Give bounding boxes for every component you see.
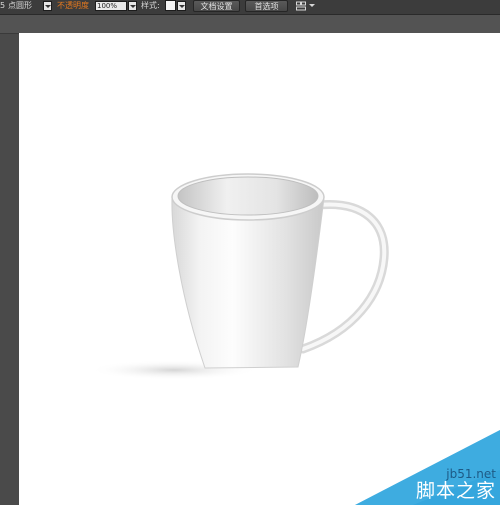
stroke-profile-select[interactable]: 点圆形 (6, 0, 38, 12)
style-dropdown-icon[interactable] (177, 1, 186, 11)
document-setup-button[interactable]: 文档设置 (193, 0, 240, 12)
arrange-documents-icon[interactable] (296, 1, 306, 11)
arrange-dropdown-icon[interactable] (309, 4, 315, 7)
stroke-profile-dropdown-icon[interactable] (43, 1, 52, 11)
opacity-dropdown-icon[interactable] (128, 1, 137, 11)
opacity-label[interactable]: 不透明度 (57, 0, 89, 12)
opacity-input[interactable]: 100% (95, 1, 127, 11)
watermark-name: 脚本之家 (415, 480, 496, 502)
style-label: 样式: (141, 1, 160, 10)
control-bar: 5 点圆形 不透明度 100% 样式: 文档设置 首选项 (0, 0, 500, 15)
stroke-weight-value: 5 (0, 1, 6, 10)
document-tab-strip (0, 15, 500, 34)
preferences-button[interactable]: 首选项 (245, 0, 288, 12)
graphic-style-swatch[interactable] (165, 0, 176, 11)
watermark: jb51.net 脚本之家 (355, 430, 500, 505)
